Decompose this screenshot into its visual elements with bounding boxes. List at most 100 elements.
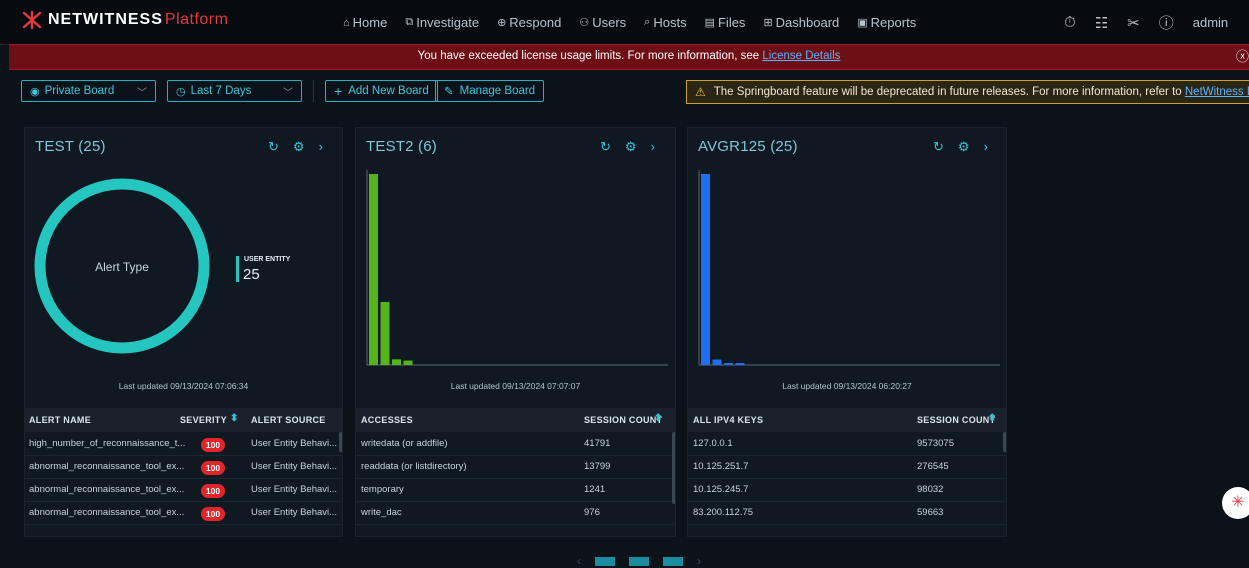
nav-home[interactable]: ⌂ Home bbox=[343, 15, 387, 30]
user-menu[interactable]: admin bbox=[1193, 15, 1228, 30]
column-header[interactable]: SESSION COUNT bbox=[584, 415, 662, 425]
table-row[interactable]: 127.0.0.1 9573075 bbox=[688, 432, 1006, 456]
assistant-launcher-icon[interactable]: ✳ bbox=[1222, 487, 1249, 519]
close-icon[interactable]: ⓧ bbox=[1236, 45, 1249, 68]
table-row[interactable]: write_dac 976 bbox=[356, 501, 675, 525]
help-icon[interactable]: ⓘ bbox=[1159, 12, 1174, 33]
table-row[interactable]: abnormal_reconnaissance_tool_ex... 100 Use… bbox=[25, 478, 342, 502]
pencil-icon: ✎ bbox=[444, 86, 454, 98]
accesses-cell: temporary bbox=[361, 484, 404, 495]
column-header[interactable]: ALERT SOURCE bbox=[251, 415, 326, 425]
table-row[interactable]: readdata (or listdirectory) 13799 bbox=[356, 455, 675, 479]
deprecation-warning: ⚠ The Springboard feature will be deprec… bbox=[686, 80, 1249, 104]
table-row[interactable]: writedata (or addfile) 41791 bbox=[356, 432, 675, 456]
nav-files[interactable]: ▤ Files bbox=[705, 15, 746, 30]
chart-bar[interactable] bbox=[380, 301, 390, 365]
time-range-select[interactable]: ◷ Last 7 Days ﹀ bbox=[167, 80, 302, 102]
board-pager: ‹ › bbox=[577, 554, 701, 568]
chart-bar[interactable] bbox=[712, 359, 722, 365]
chart-bar[interactable] bbox=[369, 174, 378, 365]
hosts-icon: ⌕ bbox=[644, 16, 651, 28]
chart-bar[interactable] bbox=[701, 174, 710, 365]
chart-bar[interactable] bbox=[392, 359, 401, 365]
reports-icon: ▣ bbox=[857, 17, 868, 29]
chart-bar[interactable] bbox=[724, 363, 733, 365]
nav-respond[interactable]: ⊕ Respond bbox=[497, 15, 561, 30]
panel-avgr125: AVGR125 (25) ↻ ⚙ › Last updated 09/13/20… bbox=[687, 127, 1007, 537]
ipv4-key-cell: 127.0.0.1 bbox=[693, 438, 733, 449]
nav-label: Dashboard bbox=[775, 15, 840, 30]
severity-badge: 100 bbox=[201, 484, 225, 498]
session-count-cell: 1241 bbox=[584, 484, 606, 495]
scrollbar[interactable] bbox=[1003, 432, 1006, 452]
column-header[interactable]: SEVERITY bbox=[180, 415, 227, 425]
stopwatch-icon[interactable]: ⏱ bbox=[1064, 14, 1076, 31]
netwitness-documentation-link[interactable]: NetWitness Documentation bbox=[1185, 86, 1249, 98]
chevron-right-icon[interactable]: › bbox=[697, 554, 701, 568]
table-row[interactable]: temporary 1241 bbox=[356, 478, 675, 502]
nav-investigate[interactable]: ⧉ Investigate bbox=[405, 15, 479, 30]
severity-badge: 100 bbox=[201, 507, 225, 521]
nav-label: Reports bbox=[870, 15, 917, 30]
donut-center-label: Alert Type bbox=[95, 260, 149, 274]
preferences-icon[interactable]: ☷ bbox=[1095, 14, 1108, 32]
scrollbar[interactable] bbox=[672, 432, 675, 504]
nav-hosts[interactable]: ⌕ Hosts bbox=[644, 15, 686, 30]
admin-tools-icon[interactable]: ✂ bbox=[1127, 14, 1140, 32]
table-header: ACCESSES SESSION COUNT ⬍ bbox=[356, 408, 675, 432]
page-indicator[interactable] bbox=[663, 556, 683, 566]
warning-icon: ⚠ bbox=[695, 85, 706, 99]
table-row[interactable]: abnormal_reconnaissance_tool_ex... 100 Use… bbox=[25, 455, 342, 479]
ipv4-bar-chart bbox=[698, 170, 1000, 366]
sort-icon[interactable]: ⬍ bbox=[654, 413, 663, 424]
session-count-cell: 13799 bbox=[584, 461, 611, 472]
alert-source-cell: User Entity Behavi... bbox=[251, 461, 338, 472]
main-nav: ⌂ Home ⧉ Investigate ⊕ Respond ⚇ Users ⌕ Hosts ▤ Fi… bbox=[343, 15, 916, 30]
nav-label: Hosts bbox=[653, 15, 687, 30]
toolbar-divider bbox=[313, 80, 314, 102]
board-select[interactable]: ◉ Private Board ﹀ bbox=[21, 80, 156, 102]
clock-icon: ◷ bbox=[176, 85, 186, 98]
table-row[interactable]: high_number_of_reconnaissance_t... 100 Use… bbox=[25, 432, 342, 456]
alert-name-cell: abnormal_reconnaissance_tool_ex... bbox=[29, 507, 185, 518]
table-row[interactable]: 83.200.112.75 59663 bbox=[688, 501, 1006, 525]
plus-icon: + bbox=[334, 83, 343, 99]
users-icon: ⚇ bbox=[579, 17, 590, 29]
table-row[interactable]: 10.125.251.7 276545 bbox=[688, 455, 1006, 479]
table-row[interactable]: 10.125.245.7 98032 bbox=[688, 478, 1006, 502]
alert-type-donut-chart bbox=[34, 178, 210, 354]
nav-users[interactable]: ⚇ Users bbox=[579, 15, 626, 30]
scrollbar[interactable] bbox=[339, 432, 342, 452]
column-header[interactable]: ALERT NAME bbox=[29, 415, 91, 425]
column-header[interactable]: SESSION COUNT bbox=[917, 415, 995, 425]
table-row[interactable]: abnormal_reconnaissance_tool_ex... 100 Use… bbox=[25, 501, 342, 525]
sort-icon[interactable]: ⬍ bbox=[988, 413, 997, 424]
license-details-link[interactable]: License Details bbox=[762, 50, 840, 62]
column-header[interactable]: ALL IPV4 KEYS bbox=[693, 415, 763, 425]
page-indicator[interactable] bbox=[595, 556, 615, 566]
netwitness-logo-icon bbox=[22, 11, 42, 29]
nav-label: Files bbox=[717, 15, 746, 30]
brand-product: Platform bbox=[164, 11, 229, 28]
chart-bar[interactable] bbox=[403, 360, 413, 365]
last-updated: Last updated 09/13/2024 07:06:34 bbox=[118, 381, 249, 391]
alert-source-cell: User Entity Behavi... bbox=[251, 507, 338, 518]
session-count-cell: 276545 bbox=[917, 461, 949, 472]
session-count-cell: 9573075 bbox=[917, 438, 954, 449]
manage-board-button[interactable]: ✎ Manage Board bbox=[435, 80, 545, 102]
header-tools: ⏱ ☷ ✂ ⓘ admin bbox=[1064, 12, 1228, 33]
nav-dashboard[interactable]: ⊞ Dashboard bbox=[763, 15, 839, 30]
nav-label: Respond bbox=[509, 15, 562, 30]
ipv4-key-cell: 10.125.245.7 bbox=[693, 484, 749, 495]
logo[interactable]: NETWITNESS Platform bbox=[22, 11, 228, 29]
chevron-left-icon[interactable]: ‹ bbox=[577, 554, 581, 568]
nav-reports[interactable]: ▣ Reports bbox=[857, 15, 916, 30]
page-indicator[interactable] bbox=[629, 556, 649, 566]
legend-swatch bbox=[236, 256, 239, 282]
add-new-board-button[interactable]: + Add New Board bbox=[325, 80, 438, 102]
sort-icon[interactable]: ⬍ bbox=[230, 413, 239, 424]
accesses-cell: writedata (or addfile) bbox=[361, 438, 448, 449]
chart-bar[interactable] bbox=[735, 363, 745, 365]
accesses-bar-chart bbox=[366, 170, 668, 366]
column-header[interactable]: ACCESSES bbox=[361, 415, 413, 425]
